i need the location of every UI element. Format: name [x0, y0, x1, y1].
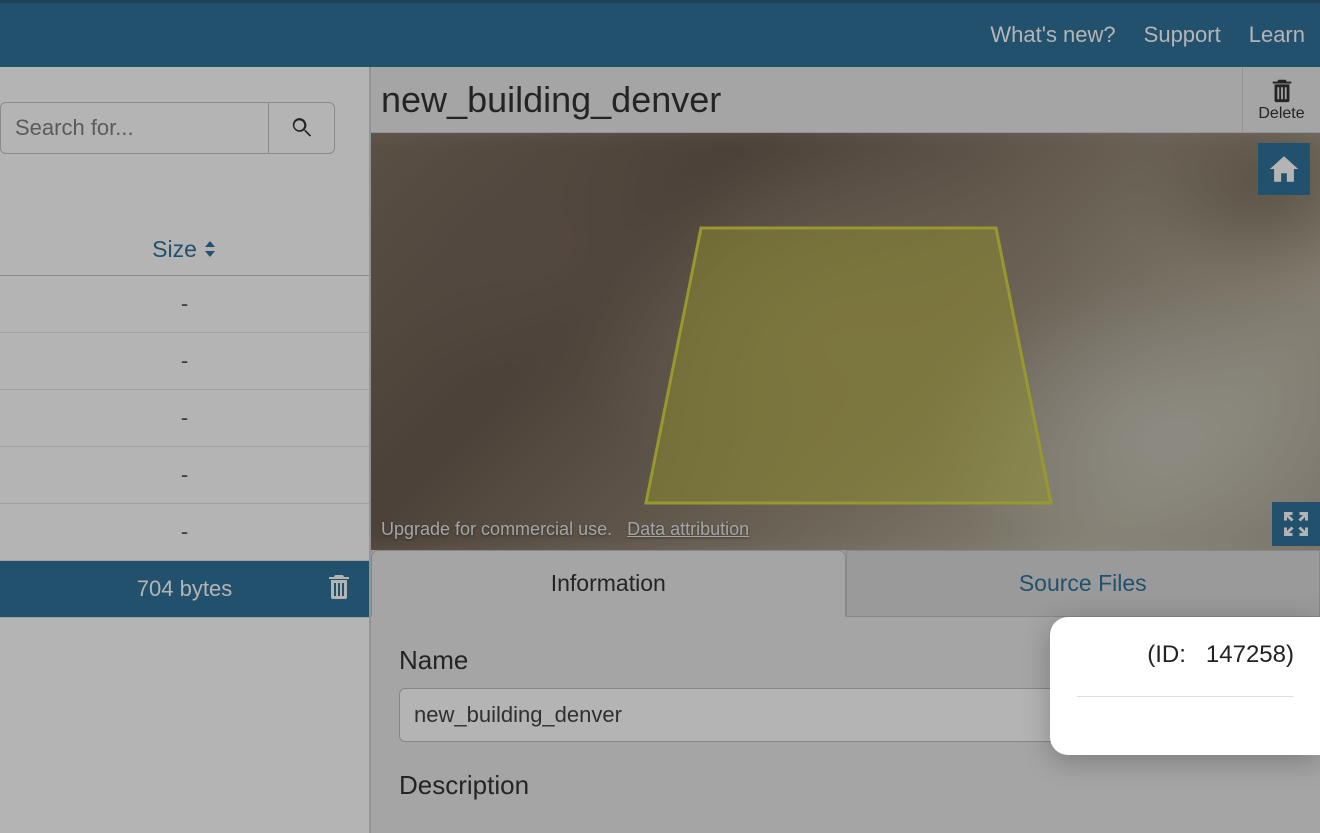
description-label: Description: [399, 770, 1292, 801]
expand-icon: [1282, 510, 1310, 538]
top-navbar: What's new? Support Learn: [0, 0, 1320, 67]
geometry-overlay: [641, 223, 1061, 518]
preview-viewport[interactable]: Upgrade for commercial use. Data attribu…: [371, 133, 1320, 550]
trash-icon: [327, 572, 351, 600]
table-row[interactable]: -: [0, 504, 369, 561]
table-row[interactable]: -: [0, 390, 369, 447]
row-delete-button[interactable]: [327, 572, 351, 606]
trash-icon: [1270, 77, 1294, 103]
search-button[interactable]: [269, 102, 335, 154]
column-header-size[interactable]: Size: [0, 224, 369, 276]
table-row[interactable]: -: [0, 333, 369, 390]
detail-tabs: Information Source Files: [371, 550, 1320, 617]
id-popup: (ID: 147258): [1050, 617, 1320, 755]
detail-title-bar: new_building_denver Delete: [371, 67, 1320, 133]
table-row[interactable]: -: [0, 447, 369, 504]
delete-label: Delete: [1258, 105, 1304, 123]
attribution-text: Upgrade for commercial use. Data attribu…: [381, 519, 749, 540]
tab-information[interactable]: Information: [371, 550, 846, 617]
tab-source-files[interactable]: Source Files: [846, 550, 1320, 617]
asset-title: new_building_denver: [371, 79, 1242, 121]
home-view-button[interactable]: [1258, 143, 1310, 195]
home-icon: [1267, 152, 1301, 186]
table-row-selected[interactable]: 704 bytes: [0, 561, 369, 618]
size-header-label: Size: [152, 236, 197, 263]
fullscreen-button[interactable]: [1272, 502, 1320, 546]
popup-underline: [1076, 693, 1294, 697]
nav-learn[interactable]: Learn: [1249, 22, 1305, 48]
data-attribution-link[interactable]: Data attribution: [627, 519, 749, 539]
left-panel: Size - - - - - 704 bytes: [0, 67, 370, 833]
sort-icon: [203, 236, 217, 263]
search-icon: [289, 115, 315, 141]
nav-support[interactable]: Support: [1144, 22, 1221, 48]
asset-table: Size - - - - - 704 bytes: [0, 224, 369, 618]
table-row[interactable]: -: [0, 276, 369, 333]
asset-id-text: (ID: 147258): [1076, 641, 1294, 669]
nav-whatsnew[interactable]: What's new?: [990, 22, 1115, 48]
delete-button[interactable]: Delete: [1242, 67, 1320, 133]
search-input[interactable]: [0, 102, 269, 154]
